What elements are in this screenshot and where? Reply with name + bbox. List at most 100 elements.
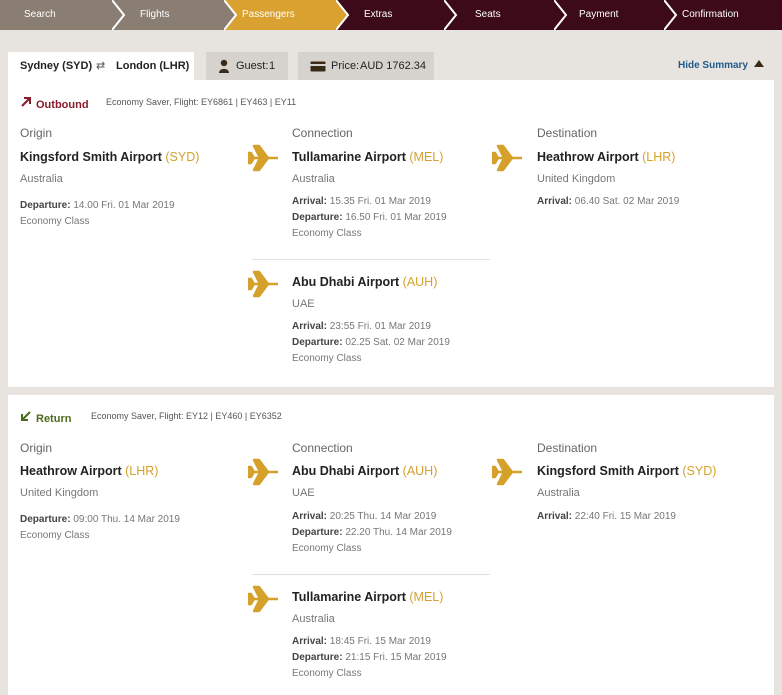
arrival-time: 15.35 Fri. 01 Mar 2019 xyxy=(329,196,431,207)
route-destination: London (LHR) xyxy=(116,60,190,72)
departure-time: 21:15 Fri. 15 Mar 2019 xyxy=(345,652,447,663)
origin-cabin: Economy Class xyxy=(20,216,90,227)
destination-arrival: Arrival: 06.40 Sat. 02 Mar 2019 xyxy=(537,196,679,207)
step-label: Search xyxy=(24,9,56,20)
person-icon xyxy=(219,59,229,73)
connection-heading: Connection xyxy=(292,441,353,455)
destination-heading: Destination xyxy=(537,126,598,140)
departure-time: 02.25 Sat. 02 Mar 2019 xyxy=(345,337,450,348)
arrival-time: 22:40 Fri. 15 Mar 2019 xyxy=(574,511,676,522)
connection-arrival: Arrival: 23:55 Fri. 01 Mar 2019 xyxy=(292,321,431,332)
route-origin: Sydney (SYD) xyxy=(20,60,93,72)
connection-country: Australia xyxy=(292,613,335,625)
connection-airport: Tullamarine Airport (MEL) xyxy=(292,590,443,604)
departure-time: 22.20 Thu. 14 Mar 2019 xyxy=(345,527,452,538)
route-tab[interactable]: Sydney (SYD) ⇄ London (LHR) xyxy=(8,52,194,80)
connection-country: Australia xyxy=(292,173,335,185)
arrival-label: Arrival: xyxy=(292,636,328,647)
airport-name: Kingsford Smith Airport xyxy=(537,464,679,478)
airport-code: (LHR) xyxy=(642,150,676,164)
price-pill[interactable]: Price: AUD 1762.34 xyxy=(298,52,434,80)
price-value: AUD 1762.34 xyxy=(360,60,427,72)
plane-icon xyxy=(248,458,278,486)
connection-heading: Connection xyxy=(292,126,353,140)
arrival-time: 18:45 Fri. 15 Mar 2019 xyxy=(329,636,431,647)
departure-label: Departure: xyxy=(292,527,343,538)
airport-name: Kingsford Smith Airport xyxy=(20,150,162,164)
connection-departure: Departure: 21:15 Fri. 15 Mar 2019 xyxy=(292,652,447,663)
step-label: Payment xyxy=(579,9,619,20)
caret-up-icon xyxy=(754,60,764,67)
step-confirmation[interactable]: Confirmation xyxy=(664,0,782,30)
arrival-time: 06.40 Sat. 02 Mar 2019 xyxy=(574,196,680,207)
airport-name: Heathrow Airport xyxy=(537,150,639,164)
step-search[interactable]: Search xyxy=(0,0,124,30)
airport-code: (MEL) xyxy=(409,590,444,604)
connection-airport: Tullamarine Airport (MEL) xyxy=(292,150,443,164)
connection-departure: Departure: 16.50 Fri. 01 Mar 2019 xyxy=(292,212,447,223)
origin-heading: Origin xyxy=(20,126,53,140)
step-flights[interactable]: Flights xyxy=(112,0,236,30)
step-label: Flights xyxy=(140,9,170,20)
arrival-time: 23:55 Fri. 01 Mar 2019 xyxy=(329,321,431,332)
connection-cabin: Economy Class xyxy=(292,668,362,679)
destination-airport: Heathrow Airport (LHR) xyxy=(537,150,675,164)
connection-cabin: Economy Class xyxy=(292,543,362,554)
connection-departure: Departure: 02.25 Sat. 02 Mar 2019 xyxy=(292,337,450,348)
plane-icon xyxy=(492,458,522,486)
airport-code: (AUH) xyxy=(402,464,438,478)
arrival-label: Arrival: xyxy=(537,511,573,522)
arrow-up-right-icon xyxy=(21,97,31,107)
connection-arrival: Arrival: 15.35 Fri. 01 Mar 2019 xyxy=(292,196,431,207)
departure-label: Departure: xyxy=(20,200,71,211)
return-panel: Return Economy Saver, Flight: EY12 | EY4… xyxy=(8,395,774,695)
step-extras[interactable]: Extras xyxy=(336,0,448,30)
summary-header: Sydney (SYD) ⇄ London (LHR) Guest: 1 Pri… xyxy=(8,52,774,80)
step-payment[interactable]: Payment xyxy=(554,0,666,30)
airport-code: (AUH) xyxy=(402,275,438,289)
guest-pill[interactable]: Guest: 1 xyxy=(206,52,288,80)
plane-icon xyxy=(248,144,278,172)
origin-airport: Kingsford Smith Airport (SYD) xyxy=(20,150,199,164)
step-label: Extras xyxy=(364,9,393,20)
origin-cabin: Economy Class xyxy=(20,530,90,541)
guest-count: 1 xyxy=(269,60,276,72)
direction-label: Return xyxy=(36,413,72,425)
arrival-label: Arrival: xyxy=(292,511,328,522)
departure-label: Departure: xyxy=(292,212,343,223)
connection-arrival: Arrival: 20:25 Thu. 14 Mar 2019 xyxy=(292,511,436,522)
booking-progress-bar: Search Flights Passengers Extras Seats P… xyxy=(0,0,782,30)
credit-card-icon xyxy=(310,61,326,72)
step-label: Confirmation xyxy=(682,9,739,20)
departure-label: Departure: xyxy=(292,652,343,663)
departure-time: 16.50 Fri. 01 Mar 2019 xyxy=(345,212,447,223)
outbound-label: Outbound xyxy=(20,96,89,111)
airport-code: (SYD) xyxy=(682,464,717,478)
guest-label: Guest: xyxy=(236,60,269,72)
plane-icon xyxy=(248,270,278,298)
step-label: Passengers xyxy=(242,9,295,20)
airport-name: Abu Dhabi Airport xyxy=(292,464,400,478)
plane-icon xyxy=(492,144,522,172)
swap-arrows-icon: ⇄ xyxy=(96,60,106,72)
origin-heading: Origin xyxy=(20,441,53,455)
origin-departure: Departure: 14.00 Fri. 01 Mar 2019 xyxy=(20,200,175,211)
airport-name: Tullamarine Airport xyxy=(292,590,406,604)
origin-departure: Departure: 09:00 Thu. 14 Mar 2019 xyxy=(20,514,180,525)
connection-cabin: Economy Class xyxy=(292,353,362,364)
hide-summary-link[interactable]: Hide Summary xyxy=(678,52,764,80)
arrival-label: Arrival: xyxy=(537,196,573,207)
divider xyxy=(252,259,490,260)
departure-time: 14.00 Fri. 01 Mar 2019 xyxy=(73,200,175,211)
arrival-time: 20:25 Thu. 14 Mar 2019 xyxy=(329,511,437,522)
destination-country: United Kingdom xyxy=(537,173,616,185)
divider xyxy=(252,574,490,575)
destination-arrival: Arrival: 22:40 Fri. 15 Mar 2019 xyxy=(537,511,676,522)
plane-icon xyxy=(248,585,278,613)
departure-label: Departure: xyxy=(20,514,71,525)
step-seats[interactable]: Seats xyxy=(444,0,556,30)
connection-arrival: Arrival: 18:45 Fri. 15 Mar 2019 xyxy=(292,636,431,647)
origin-country: Australia xyxy=(20,173,63,185)
arrival-label: Arrival: xyxy=(292,321,328,332)
step-passengers[interactable]: Passengers xyxy=(224,0,348,30)
